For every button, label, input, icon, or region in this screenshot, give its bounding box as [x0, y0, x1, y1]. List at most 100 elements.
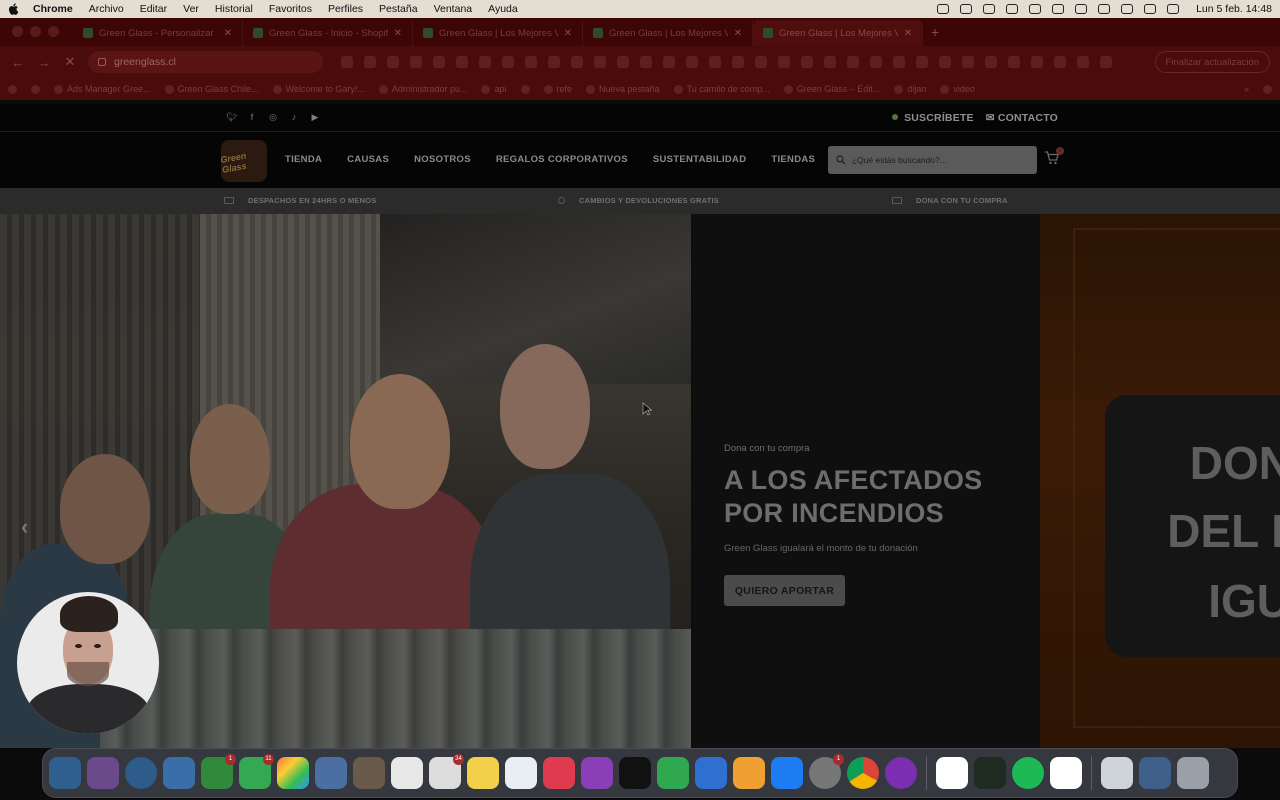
firefox-icon[interactable]: [885, 757, 917, 789]
bookmark-item[interactable]: dijan: [894, 84, 926, 94]
close-tab-icon[interactable]: ✕: [734, 28, 742, 39]
activity-monitor-icon[interactable]: [974, 757, 1006, 789]
mail-icon[interactable]: [163, 757, 195, 789]
tiktok-icon[interactable]: ♪: [289, 112, 299, 122]
battery-icon[interactable]: [1121, 4, 1134, 14]
control-center-icon[interactable]: [1144, 4, 1157, 14]
volume-icon[interactable]: [1098, 4, 1111, 14]
reload-icon[interactable]: ✕: [62, 54, 78, 70]
nav-tiendas[interactable]: TIENDAS: [771, 154, 815, 165]
new-tab-plus-icon[interactable]: +: [923, 24, 939, 46]
instagram-icon[interactable]: ◎: [268, 112, 278, 122]
status-recording-icon[interactable]: [937, 4, 950, 14]
menu-ventana[interactable]: Ventana: [434, 3, 473, 15]
recent-file-icon[interactable]: [1139, 757, 1171, 789]
site-logo[interactable]: Green Glass: [220, 140, 267, 182]
site-info-icon[interactable]: [98, 58, 106, 66]
browser-tab[interactable]: Green Glass - Inicio - Shopify ✕: [243, 20, 413, 46]
close-tab-icon[interactable]: ✕: [564, 28, 572, 39]
extension-icon[interactable]: [870, 56, 882, 68]
pages-icon[interactable]: [733, 757, 765, 789]
podcasts-icon[interactable]: [581, 757, 613, 789]
next-slide-preview[interactable]: DON DEL I IGU: [1040, 214, 1280, 748]
extension-icon[interactable]: [1031, 56, 1043, 68]
extension-icon[interactable]: [502, 56, 514, 68]
close-tab-icon[interactable]: ✕: [904, 28, 912, 39]
contact-link[interactable]: ✉ CONTACTO: [986, 112, 1058, 124]
extension-icon[interactable]: [640, 56, 652, 68]
extension-icon[interactable]: [893, 56, 905, 68]
extension-icon[interactable]: [847, 56, 859, 68]
extension-icon[interactable]: [985, 56, 997, 68]
extension-icon[interactable]: [801, 56, 813, 68]
messages-icon[interactable]: 11: [239, 754, 274, 789]
zoom-window-button[interactable]: [48, 26, 59, 37]
apple-icon[interactable]: [8, 3, 19, 15]
nav-causas[interactable]: CAUSAS: [347, 154, 389, 165]
menu-ver[interactable]: Ver: [183, 3, 199, 15]
bookmark-item[interactable]: [8, 84, 17, 94]
bookmark-item[interactable]: Nueva pestaña: [586, 84, 660, 94]
downloads-stack-icon[interactable]: [1101, 757, 1133, 789]
other-bookmarks-folder[interactable]: [1263, 84, 1272, 94]
music-icon[interactable]: [543, 757, 575, 789]
nav-nosotros[interactable]: NOSOTROS: [414, 154, 471, 165]
finder-icon[interactable]: [49, 757, 81, 789]
nav-tienda[interactable]: TIENDA: [285, 154, 322, 165]
extension-icon[interactable]: [387, 56, 399, 68]
extension-icon[interactable]: [594, 56, 606, 68]
bookmark-item[interactable]: Administrador pu...: [378, 84, 467, 94]
facetime-icon[interactable]: 1: [201, 754, 236, 789]
menu-historial[interactable]: Historial: [215, 3, 253, 15]
browser-tab[interactable]: Green Glass | Los Mejores Va ✕: [413, 20, 583, 46]
minimize-window-button[interactable]: [30, 26, 41, 37]
bookmark-item[interactable]: [520, 84, 530, 94]
close-tab-icon[interactable]: ✕: [394, 28, 402, 39]
extension-icon[interactable]: [755, 56, 767, 68]
browser-tab[interactable]: Green Glass | Los Mejores Va ✕: [583, 20, 753, 46]
chrome-icon[interactable]: [847, 757, 879, 789]
spotlight-search-icon[interactable]: [1075, 4, 1088, 14]
notes-icon[interactable]: [467, 757, 499, 789]
twitter-icon[interactable]: 🐦︎: [226, 112, 237, 122]
keynote-icon[interactable]: [695, 757, 727, 789]
extension-icon[interactable]: [1054, 56, 1066, 68]
address-bar[interactable]: greenglass.cl: [88, 51, 323, 73]
facebook-icon[interactable]: f: [247, 112, 257, 122]
trash-icon[interactable]: [1177, 757, 1209, 789]
maps-icon[interactable]: [315, 757, 347, 789]
browser-tab-active[interactable]: Green Glass | Los Mejores Va ✕: [753, 20, 923, 46]
bookmark-item[interactable]: [31, 84, 40, 94]
extension-icon[interactable]: [364, 56, 376, 68]
quiero-aportar-button[interactable]: QUIERO APORTAR: [724, 575, 845, 606]
system-settings-icon[interactable]: 1: [809, 754, 844, 789]
slack-icon[interactable]: [1050, 757, 1082, 789]
extension-icon[interactable]: [686, 56, 698, 68]
extension-icon[interactable]: [341, 56, 353, 68]
extension-icon[interactable]: [962, 56, 974, 68]
app-store-icon[interactable]: [771, 757, 803, 789]
webcam-overlay[interactable]: [17, 592, 159, 734]
bookmark-item[interactable]: Tu camilo de comp...: [673, 84, 770, 94]
subscribe-link[interactable]: SUSCRÍBETE: [892, 112, 974, 124]
extension-icon[interactable]: [732, 56, 744, 68]
extension-icon[interactable]: [571, 56, 583, 68]
menu-ayuda[interactable]: Ayuda: [488, 3, 518, 15]
extension-icon[interactable]: [778, 56, 790, 68]
extension-icon[interactable]: [410, 56, 422, 68]
menu-perfiles[interactable]: Perfiles: [328, 3, 363, 15]
bookmark-item[interactable]: api: [481, 84, 507, 94]
apple-tv-icon[interactable]: [619, 757, 651, 789]
nav-regalos-corporativos[interactable]: REGALOS CORPORATIVOS: [496, 154, 628, 165]
menu-archivo[interactable]: Archivo: [89, 3, 124, 15]
slider-prev-chevron-icon[interactable]: ‹: [21, 514, 28, 540]
extension-icon[interactable]: [525, 56, 537, 68]
bookmark-item[interactable]: video: [940, 84, 975, 94]
youtube-icon[interactable]: ▶: [310, 112, 320, 122]
status-settings-icon[interactable]: [983, 4, 996, 14]
launchpad-icon[interactable]: [87, 757, 119, 789]
siri-icon[interactable]: [1167, 4, 1180, 14]
extension-icon[interactable]: [617, 56, 629, 68]
photos-icon[interactable]: [277, 757, 309, 789]
freeform-icon[interactable]: [505, 757, 537, 789]
